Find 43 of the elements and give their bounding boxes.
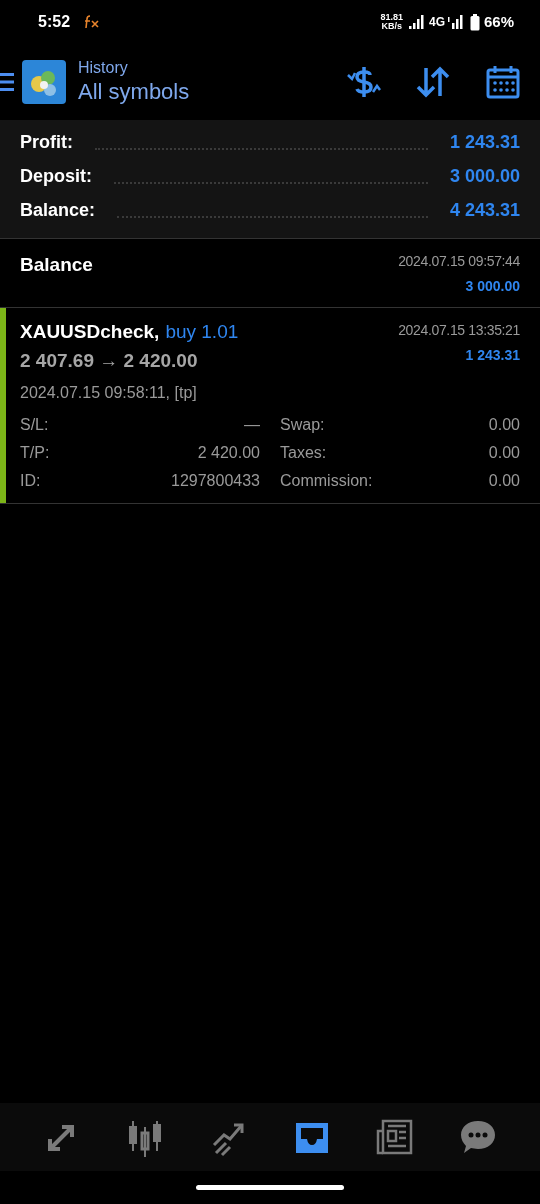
field-value: 0.00 [488, 471, 520, 491]
fx-app-icon [84, 15, 101, 29]
sort-icon[interactable] [416, 66, 450, 98]
deal-open-info: 2024.07.15 09:58:11, [tp] [20, 383, 198, 403]
field-label: T/P: [20, 443, 50, 463]
deal-amount: 3 000.00 [465, 277, 520, 296]
deal-time: 2024.07.15 13:35:21 [398, 321, 520, 340]
screen-title: All symbols [78, 78, 190, 106]
deal-time: 2024.07.15 09:57:44 [398, 252, 520, 271]
summary-label: Profit: [20, 131, 73, 154]
deal-title: Balance [20, 253, 93, 277]
field-label: Taxes: [280, 443, 327, 463]
field-value: 2 420.00 [197, 443, 260, 463]
field-label: Swap: [280, 415, 325, 435]
field-value: 0.00 [488, 443, 520, 463]
deal-amount: 1 243.31 [465, 346, 520, 365]
dollar-exchange-icon[interactable] [346, 65, 382, 99]
summary-value: 4 243.31 [449, 199, 520, 222]
signal-icon [408, 15, 425, 29]
summary-value: 3 000.00 [449, 165, 520, 188]
field-value: — [244, 415, 260, 435]
field-label: Commission: [280, 471, 373, 491]
summary-value: 1 243.31 [449, 131, 520, 154]
app-logo [22, 60, 66, 104]
menu-icon[interactable] [0, 71, 14, 93]
summary-label: Balance: [20, 199, 96, 222]
field-label: ID: [20, 471, 41, 491]
deal-symbol: XAUUSDcheck, [20, 320, 160, 344]
screen-subtitle: History [78, 58, 129, 79]
clock-time: 5:52 [38, 12, 71, 32]
battery-icon [469, 13, 480, 31]
deal-side: buy 1.01 [165, 320, 239, 344]
newspaper-icon[interactable] [374, 1117, 415, 1157]
calendar-icon[interactable] [486, 65, 520, 99]
signal-icon [447, 15, 464, 29]
deal-prices: 2 407.69 → 2 420.00 [20, 348, 199, 373]
network-type: 4G [428, 14, 445, 31]
field-label: S/L: [20, 415, 49, 435]
field-value: 0.00 [488, 415, 520, 435]
field-value: 1297800433 [171, 471, 260, 491]
battery-level: 66% [483, 11, 514, 32]
summary-label: Deposit: [20, 165, 92, 188]
network-speed: 81.81 KB/s [380, 13, 403, 31]
